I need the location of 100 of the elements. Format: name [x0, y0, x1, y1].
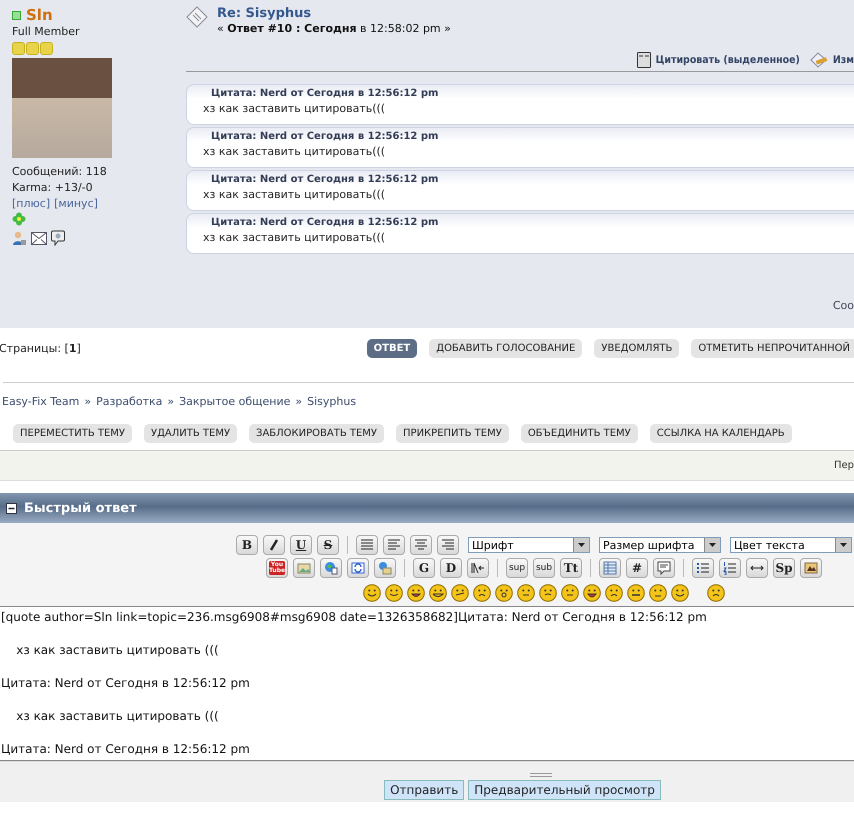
breadcrumb-link[interactable]: Разработка — [96, 395, 162, 408]
table-icon — [603, 561, 617, 575]
karma-text: Karma: +13/-0 — [12, 180, 94, 196]
smiley-icon[interactable] — [649, 584, 667, 602]
refresh-icon — [351, 561, 365, 575]
justify-icon — [360, 538, 374, 552]
post-info: « Ответ #10 : Сегодня в 12:58:02 pm » — [217, 21, 451, 37]
smiley-icon[interactable] — [627, 584, 645, 602]
align-center-button[interactable] — [410, 535, 432, 555]
quote-header: Цитата: Nerd от Сегодня в 12:56:12 pm — [210, 130, 440, 143]
quote-header: Цитата: Nerd от Сегодня в 12:56:12 pm — [210, 216, 440, 229]
preview-button[interactable]: Предварительный просмотр — [468, 780, 661, 800]
justify-button[interactable] — [356, 535, 378, 555]
moderation-button[interactable]: ПРИКРЕПИТЬ ТЕМУ — [396, 424, 509, 443]
moderation-button[interactable]: ЗАБЛОКИРОВАТЬ ТЕМУ — [249, 424, 384, 443]
envelope-icon[interactable] — [31, 232, 47, 244]
align-right-button[interactable] — [437, 535, 459, 555]
message-field[interactable]: [quote author=Sln link=topic=236.msg6908#msg6908 date=1326358682]Цитата: Nerd от Сегодня в 12:56:12 pm хз как заставить цитировать ((( Цитата: Nerd от Сегодня в 12:56:12 pm хз как заставить цитировать ((( Цитата: Nerd от Сегодня в 12:56:12 pm — [0, 606, 854, 761]
breadcrumb-separator: » — [295, 395, 302, 408]
breadcrumb-separator: » — [84, 395, 92, 408]
karma-link[interactable]: [минус] — [54, 196, 98, 212]
moderation-button[interactable]: УДАЛИТЬ ТЕМУ — [144, 424, 238, 443]
quote-text: хз как заставить цитировать((( — [203, 144, 386, 160]
submit-button[interactable]: Отправить — [384, 780, 464, 800]
format-button[interactable]: Tt — [560, 558, 582, 578]
text-direction-icon — [471, 561, 485, 575]
quote-icon — [636, 52, 651, 68]
smiley-icon[interactable] — [605, 584, 623, 602]
strikethrough-button[interactable]: S — [317, 535, 339, 555]
format-button[interactable]: sub — [533, 558, 555, 578]
horizontal-rule-button[interactable] — [746, 558, 768, 578]
post-icon — [186, 6, 208, 28]
format-button[interactable]: # — [626, 558, 648, 578]
karma-link[interactable]: [плюс] — [12, 196, 50, 212]
caret-icon — [840, 543, 847, 547]
member-rank: Full Member — [12, 24, 81, 40]
moderation-button[interactable]: ПЕРЕМЕСТИТЬ ТЕМУ — [13, 424, 132, 443]
smiley-icon[interactable] — [407, 584, 425, 602]
collapse-icon[interactable] — [6, 502, 17, 514]
resize-handle[interactable] — [530, 773, 552, 777]
breadcrumb-link[interactable]: Sisyphus — [307, 395, 356, 408]
globe-icon — [324, 561, 338, 575]
action-link[interactable]: Цитировать (выделенное) — [636, 52, 800, 68]
post-title[interactable]: Re: Sisyphus — [217, 6, 451, 21]
smiley-icon[interactable] — [429, 584, 447, 602]
globe-button[interactable] — [320, 558, 342, 578]
speech-bubble-icon[interactable] — [51, 230, 65, 246]
format-button[interactable]: D — [440, 558, 462, 578]
action-link[interactable]: Изм — [810, 52, 854, 68]
dropdown[interactable]: Шрифт — [468, 537, 590, 553]
comment-button[interactable] — [653, 558, 675, 578]
globe-folder-icon — [378, 561, 392, 575]
quote-header: Цитата: Nerd от Сегодня в 12:56:12 pm — [210, 173, 440, 186]
topic-button[interactable]: ДОБАВИТЬ ГОЛОСОВАНИЕ — [429, 338, 582, 358]
smiley-icon[interactable] — [583, 584, 601, 602]
smiley-icon[interactable] — [363, 584, 381, 602]
format-button[interactable]: G — [413, 558, 435, 578]
numbered-list-button[interactable] — [719, 558, 741, 578]
moderation-button[interactable]: ССЫЛКА НА КАЛЕНДАРЬ — [650, 424, 792, 443]
reply-button[interactable]: ОТВЕТ — [366, 338, 418, 358]
smiley-icon[interactable] — [385, 584, 403, 602]
smiley-icon[interactable] — [517, 584, 535, 602]
breadcrumb-link[interactable]: Закрытое общение — [179, 395, 290, 408]
dropdown[interactable]: Цвет текста — [730, 537, 852, 553]
smiley-icon[interactable] — [451, 584, 469, 602]
flash-button[interactable] — [800, 558, 822, 578]
smiley-icon[interactable] — [539, 584, 557, 602]
smiley-icon[interactable] — [707, 584, 725, 602]
topic-button[interactable]: ОТМЕТИТЬ НЕПРОЧИТАННОЙ — [691, 338, 854, 358]
align-right-icon — [441, 538, 455, 552]
italic-icon — [267, 538, 281, 552]
bullet-list-button[interactable] — [692, 558, 714, 578]
caret-icon — [709, 543, 716, 547]
pencil-icon — [810, 52, 828, 68]
format-button[interactable]: B — [236, 535, 258, 555]
topic-button[interactable]: УВЕДОМЛЯТЬ — [594, 338, 680, 358]
text-direction-button[interactable] — [467, 558, 489, 578]
moderation-button[interactable]: ОБЪЕДИНИТЬ ТЕМУ — [520, 424, 638, 443]
quote-text: хз как заставить цитировать((( — [203, 230, 386, 246]
clover-icon — [12, 212, 26, 226]
breadcrumb-link[interactable]: Easy-Fix Team — [2, 395, 80, 408]
format-button[interactable]: sup — [506, 558, 528, 578]
align-center-icon — [414, 538, 428, 552]
footer-link[interactable]: Соо — [832, 299, 854, 312]
smiley-icon[interactable] — [671, 584, 689, 602]
image-button[interactable] — [293, 558, 315, 578]
smiley-icon[interactable] — [473, 584, 491, 602]
bullet-list-icon — [696, 561, 710, 575]
refresh-button[interactable] — [347, 558, 369, 578]
profile-icon[interactable] — [12, 230, 27, 246]
smiley-icon[interactable] — [495, 584, 513, 602]
strip-text[interactable]: Пер — [834, 460, 854, 471]
table-button[interactable] — [599, 558, 621, 578]
align-left-button[interactable] — [383, 535, 405, 555]
format-button[interactable]: Sp — [773, 558, 795, 578]
format-button[interactable]: U — [290, 535, 312, 555]
dropdown[interactable]: Размер шрифта — [599, 537, 721, 553]
italic-button[interactable] — [263, 535, 285, 555]
align-left-icon — [387, 538, 401, 552]
smiley-icon[interactable] — [561, 584, 579, 602]
